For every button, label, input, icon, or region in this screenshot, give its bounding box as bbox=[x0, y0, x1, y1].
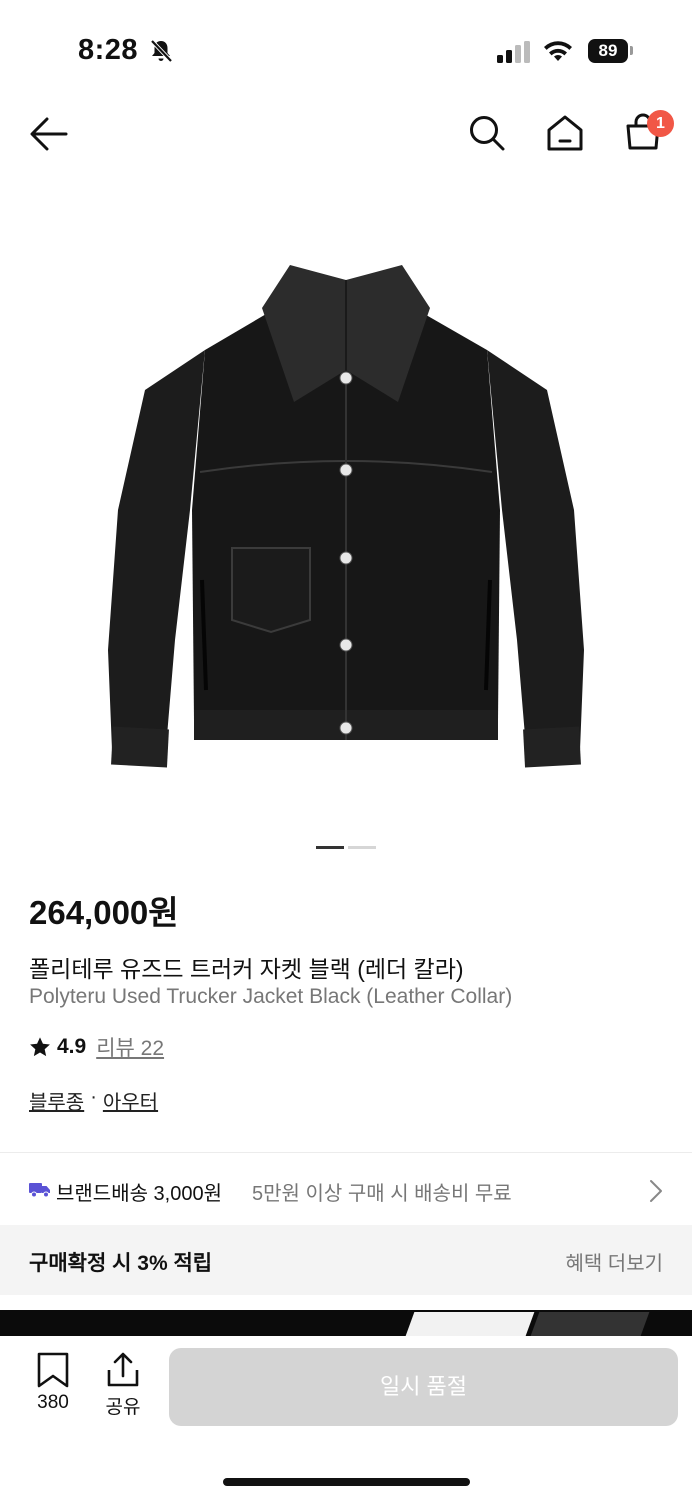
bookmark-count: 380 bbox=[37, 1392, 69, 1413]
star-icon bbox=[30, 1037, 50, 1057]
cellular-signal-icon bbox=[497, 41, 530, 63]
cart-count-badge: 1 bbox=[647, 110, 674, 137]
product-price: 264,000원 bbox=[29, 894, 179, 931]
product-name-english: Polyteru Used Trucker Jacket Black (Leat… bbox=[29, 985, 513, 1008]
bell-off-icon bbox=[150, 39, 173, 63]
home-indicator[interactable] bbox=[223, 1478, 470, 1486]
sold-out-button[interactable]: 일시 품절 bbox=[169, 1348, 678, 1426]
image-pagination bbox=[316, 846, 376, 849]
pagination-dot[interactable] bbox=[348, 846, 376, 849]
free-shipping-condition: 5만원 이상 구매 시 배송비 무료 bbox=[252, 1183, 512, 1205]
wifi-icon bbox=[544, 41, 572, 61]
benefit-more-link[interactable]: 혜택 더보기 bbox=[565, 1247, 663, 1276]
battery-indicator: 89 bbox=[588, 39, 628, 63]
bookmark-icon[interactable] bbox=[33, 1352, 73, 1388]
back-arrow-icon[interactable] bbox=[28, 114, 70, 154]
category-link-outer[interactable]: 아우터 bbox=[103, 1086, 158, 1115]
status-time: 8:28 bbox=[78, 34, 139, 66]
rating-score: 4.9 bbox=[57, 1035, 87, 1058]
category-link-blouson[interactable]: 블루종 bbox=[29, 1086, 84, 1115]
truck-icon bbox=[29, 1183, 50, 1198]
banner-image-1 bbox=[405, 1312, 535, 1336]
home-icon[interactable] bbox=[545, 113, 585, 153]
product-rating: 4.9 리뷰 22 bbox=[29, 1032, 164, 1062]
pagination-dot-active[interactable] bbox=[316, 846, 344, 849]
chevron-right-icon bbox=[650, 1180, 662, 1202]
battery-tip bbox=[630, 46, 633, 55]
shipping-fee: 브랜드배송 3,000원 bbox=[56, 1183, 223, 1205]
status-bar: 8:28 89 bbox=[0, 0, 692, 100]
product-name-korean: 폴리테루 유즈드 트러커 자켓 블랙 (레더 칼라) bbox=[29, 956, 464, 982]
product-image-jacket[interactable] bbox=[0, 180, 692, 830]
banner-image-2 bbox=[530, 1312, 650, 1336]
top-navigation bbox=[0, 100, 692, 170]
share-label: 공유 bbox=[105, 1397, 141, 1418]
reward-points-label: 구매확정 시 3% 적립 bbox=[29, 1252, 213, 1275]
category-breadcrumb: 블루종 · 아우터 bbox=[29, 1086, 158, 1115]
purchase-benefit-row: 구매확정 시 3% 적립 혜택 더보기 bbox=[0, 1225, 692, 1295]
category-separator: · bbox=[90, 1086, 97, 1108]
review-link[interactable]: 리뷰 22 bbox=[96, 1032, 164, 1062]
shipping-info-row[interactable]: 브랜드배송 3,000원 5만원 이상 구매 시 배송비 무료 bbox=[0, 1153, 692, 1225]
share-icon[interactable] bbox=[106, 1352, 140, 1388]
next-section-banner bbox=[0, 1310, 692, 1336]
bottom-action-bar: 380 공유 일시 품절 bbox=[0, 1336, 692, 1500]
search-icon[interactable] bbox=[467, 113, 507, 153]
